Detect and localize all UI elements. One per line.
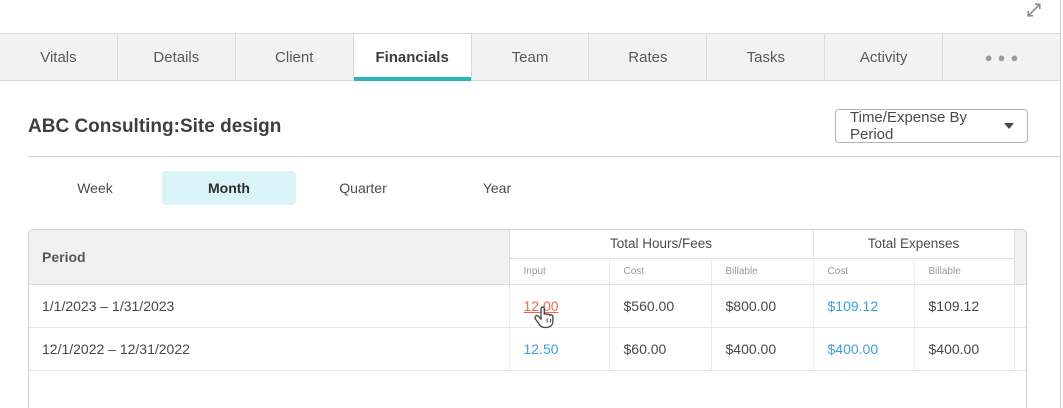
tab-label: Client (275, 49, 313, 66)
cell-expenses-cost: $109.12 (813, 284, 914, 327)
cell-input: 12.50 (509, 327, 609, 370)
toggle-label: Quarter (339, 180, 386, 196)
cell-hours-billable: $400.00 (711, 327, 813, 370)
subheader-expenses-cost: Cost (813, 258, 914, 284)
caret-down-icon (1004, 123, 1014, 129)
toggle-month[interactable]: Month (162, 171, 296, 205)
view-selector-value: Time/Expense By Period (850, 109, 1004, 143)
tab-label: Tasks (747, 49, 785, 66)
cell-hours-cost: $560.00 (609, 284, 711, 327)
table-group-header-row: Period Total Hours/Fees Total Expenses (29, 230, 1026, 258)
tab-label: Vitals (40, 49, 76, 66)
expand-icon[interactable] (1025, 1, 1043, 19)
toggle-label: Week (77, 180, 113, 196)
group-header-total-expenses: Total Expenses (813, 230, 1014, 258)
column-header-period: Period (29, 230, 509, 284)
view-selector-dropdown[interactable]: Time/Expense By Period (835, 109, 1028, 143)
cell-period: 12/1/2022 – 12/31/2022 (29, 327, 509, 370)
tab-details[interactable]: Details (118, 34, 236, 80)
tab-bar: Vitals Details Client Financials Team Ra… (0, 33, 1060, 81)
toggle-year[interactable]: Year (430, 171, 564, 205)
tab-label: Team (512, 49, 549, 66)
input-hours-link[interactable]: 12.50 (524, 341, 559, 357)
tab-team[interactable]: Team (472, 34, 590, 80)
cell-expenses-billable: $109.12 (914, 284, 1014, 327)
group-header-total-hours-fees: Total Hours/Fees (509, 230, 813, 258)
table-row: 12/1/2022 – 12/31/2022 12.50 $60.00 $400… (29, 327, 1026, 370)
project-financials-page: Vitals Details Client Financials Team Ra… (0, 0, 1063, 408)
header-filler-cell (1014, 230, 1026, 284)
cell-filler (1014, 284, 1026, 327)
ellipsis-icon: ●●● (980, 50, 1024, 65)
panel-right-edge (1060, 0, 1061, 408)
toggle-week[interactable]: Week (28, 171, 162, 205)
cell-filler (1014, 327, 1026, 370)
subheader-input: Input (509, 258, 609, 284)
tab-label: Activity (860, 49, 908, 66)
cell-hours-cost: $60.00 (609, 327, 711, 370)
subheader-hours-cost: Cost (609, 258, 711, 284)
page-title: ABC Consulting:Site design (28, 116, 281, 138)
tab-label: Details (153, 49, 199, 66)
period-toggle-group: Week Month Quarter Year (28, 171, 564, 205)
toggle-label: Year (483, 180, 511, 196)
input-hours-link[interactable]: 12.00 (524, 298, 559, 314)
tab-label: Rates (628, 49, 667, 66)
tab-vitals[interactable]: Vitals (0, 34, 118, 80)
tab-more[interactable]: ●●● (943, 34, 1060, 80)
expenses-cost-link[interactable]: $109.12 (828, 298, 879, 314)
tab-financials[interactable]: Financials (354, 34, 472, 80)
cell-hours-billable: $800.00 (711, 284, 813, 327)
cell-expenses-billable: $400.00 (914, 327, 1014, 370)
tab-rates[interactable]: Rates (589, 34, 707, 80)
toggle-label: Month (208, 180, 250, 196)
toggle-quarter[interactable]: Quarter (296, 171, 430, 205)
tab-client[interactable]: Client (236, 34, 354, 80)
table-row: 1/1/2023 – 1/31/2023 12.00 $560.00 $800.… (29, 284, 1026, 327)
expenses-cost-link[interactable]: $400.00 (828, 341, 879, 357)
cell-expenses-cost: $400.00 (813, 327, 914, 370)
cell-input: 12.00 (509, 284, 609, 327)
time-expense-table: Period Total Hours/Fees Total Expenses I… (28, 229, 1027, 408)
tab-tasks[interactable]: Tasks (707, 34, 825, 80)
cell-period: 1/1/2023 – 1/31/2023 (29, 284, 509, 327)
header-divider (28, 156, 1060, 157)
tab-activity[interactable]: Activity (825, 34, 943, 80)
subheader-expenses-billable: Billable (914, 258, 1014, 284)
subheader-hours-billable: Billable (711, 258, 813, 284)
table-empty-row (29, 370, 1026, 408)
tab-label: Financials (375, 49, 448, 66)
